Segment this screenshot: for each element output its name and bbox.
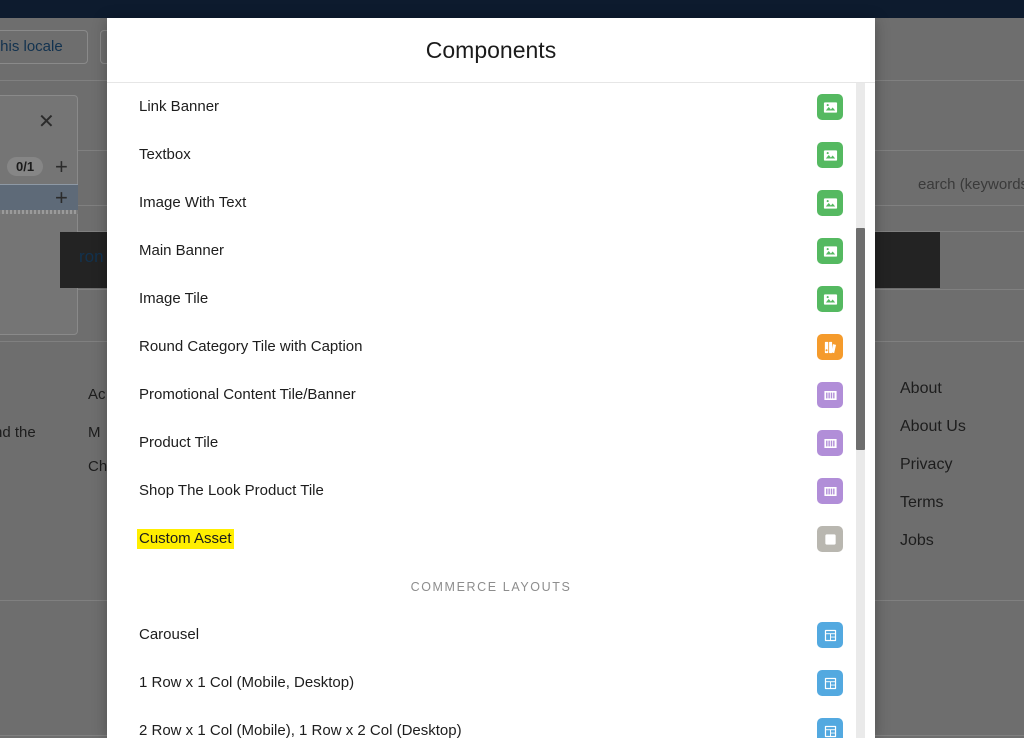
background-paragraph-text: nd the [0,424,36,441]
component-list-item-label: Link Banner [139,98,219,116]
component-list-item-label: Image With Text [139,194,246,212]
modal-body: Link Banner Textbox Image With Text Main Ba… [107,83,875,738]
layout-icon [817,622,843,648]
image-icon [817,190,843,216]
component-list-item-label: Product Tile [139,434,218,452]
component-list-item[interactable]: Textbox [139,131,843,179]
square-icon [817,526,843,552]
footer-link-about[interactable]: About [900,380,1024,398]
app-top-bar [0,0,1024,18]
background-list-item: M [88,424,101,441]
component-list-item[interactable]: Carousel [139,611,843,659]
component-list-item[interactable]: Shop The Look Product Tile [139,467,843,515]
columns-icon [817,430,843,456]
component-list-item-label: 2 Row x 1 Col (Mobile), 1 Row x 2 Col (D… [139,722,462,738]
component-list-item-label: Textbox [139,146,191,164]
layout-icon [817,670,843,696]
background-list-item: Ac [88,386,106,403]
component-list-item-label: Round Category Tile with Caption [139,338,362,356]
component-list-item[interactable]: Custom Asset [139,515,843,563]
progress-counter: 0/1 [7,157,43,176]
add-icon[interactable]: + [55,156,68,178]
image-icon [817,286,843,312]
search-input[interactable]: earch (keywords,et [918,176,1024,193]
add-icon[interactable]: + [55,187,68,209]
components-modal: Components Link Banner Textbox Image With … [107,18,875,738]
dashed-drop-zone [0,210,78,214]
component-list-item[interactable]: 1 Row x 1 Col (Mobile, Desktop) [139,659,843,707]
image-icon [817,238,843,264]
footer-link-jobs[interactable]: Jobs [900,532,1024,550]
component-list-item[interactable]: Image Tile [139,275,843,323]
component-list-item[interactable]: Image With Text [139,179,843,227]
image-icon [817,94,843,120]
component-list-item-label: Image Tile [139,290,208,308]
component-list-item[interactable]: 2 Row x 1 Col (Mobile), 1 Row x 2 Col (D… [139,707,843,738]
component-list-item[interactable]: Main Banner [139,227,843,275]
component-list-item-label: 1 Row x 1 Col (Mobile, Desktop) [139,674,354,692]
scrollbar-thumb[interactable] [856,228,865,450]
component-list: Link Banner Textbox Image With Text Main Ba… [107,83,875,738]
layout-icon [817,718,843,738]
page-title: Components [426,37,556,64]
component-list-item-label: Main Banner [139,242,224,260]
footer-link-terms[interactable]: Terms [900,494,1024,512]
background-list-item: Ch [88,458,107,475]
columns-icon [817,382,843,408]
component-list-item-label: Carousel [139,626,199,644]
locale-chip-label: this locale [0,38,63,55]
component-list-item-label: Custom Asset [137,529,234,549]
component-list-item[interactable]: Round Category Tile with Caption [139,323,843,371]
component-list-item[interactable]: Promotional Content Tile/Banner [139,371,843,419]
image-icon [817,142,843,168]
component-list-item[interactable]: Link Banner [139,83,843,131]
books-icon [817,334,843,360]
component-list-item-label: Promotional Content Tile/Banner [139,386,356,404]
background-dark-banner-text: ron [79,247,104,267]
close-icon[interactable]: ✕ [38,112,55,132]
footer-link-privacy[interactable]: Privacy [900,456,1024,474]
columns-icon [817,478,843,504]
component-list-item[interactable]: Product Tile [139,419,843,467]
modal-header: Components [107,18,875,83]
footer-links: About About Us Privacy Terms Jobs [900,380,1024,570]
component-list-item-label: Shop The Look Product Tile [139,482,324,500]
section-heading: COMMERCE LAYOUTS [139,563,843,611]
footer-link-about-us[interactable]: About Us [900,418,1024,436]
